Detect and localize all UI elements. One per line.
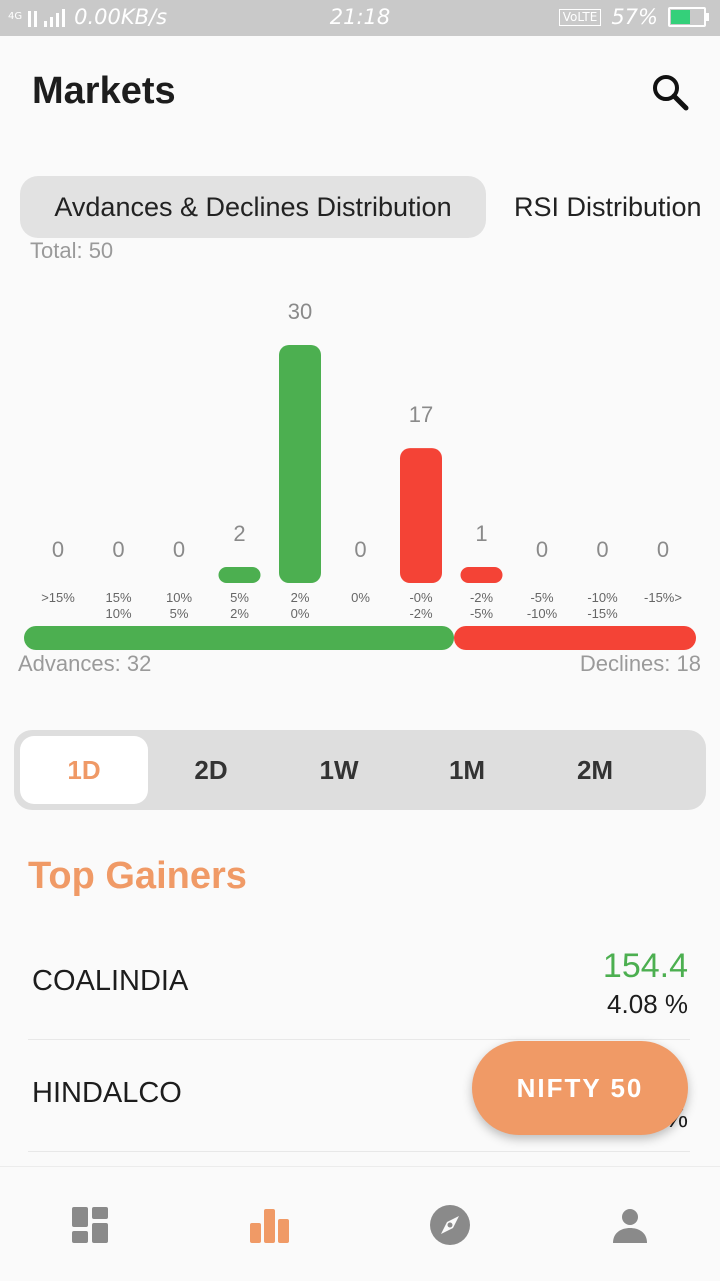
period-1d[interactable]: 1D	[20, 736, 148, 804]
bar-7	[460, 567, 503, 583]
category-label: -2%	[470, 590, 494, 605]
bar-value-label: 0	[112, 537, 124, 562]
bar-value-label: 0	[52, 537, 64, 562]
bar-6	[400, 448, 442, 583]
nav-explore[interactable]	[422, 1197, 478, 1253]
category-label: 15%	[105, 590, 131, 605]
bar-value-label: 0	[173, 537, 185, 562]
advances-bar	[24, 626, 454, 650]
category-label: >15%	[41, 590, 75, 605]
advances-count: Advances: 32	[18, 651, 152, 676]
stock-symbol: COALINDIA	[32, 965, 189, 997]
category-label: 5%	[230, 590, 249, 605]
bar-4	[279, 345, 321, 583]
category-label: 2%	[291, 590, 310, 605]
bar-value-label: 0	[354, 537, 366, 562]
category-label: -15%>	[644, 590, 682, 605]
bar-3	[218, 567, 261, 583]
stock-price: 154.4	[602, 947, 688, 985]
total-count: Total: 50	[30, 238, 114, 263]
category-label: -0%	[409, 590, 433, 605]
index-selector-button[interactable]: NIFTY 50	[472, 1041, 688, 1135]
volte-badge: VoLTE	[558, 8, 602, 26]
category-label: -2%	[409, 606, 433, 620]
nav-markets[interactable]	[242, 1197, 298, 1253]
stock-change: 4.08 %	[607, 989, 688, 1019]
bar-value-label: 17	[409, 402, 433, 427]
dashboard-icon	[72, 1207, 108, 1243]
declines-bar	[454, 626, 696, 650]
declines-count: Declines: 18	[579, 651, 701, 676]
battery-icon	[668, 7, 709, 27]
category-label: -10%	[587, 590, 618, 605]
status-bar: 4G 0.00KB/s 21:18 VoLTE 57%	[0, 0, 720, 36]
breadth-bar	[24, 626, 696, 650]
search-icon[interactable]	[650, 72, 690, 112]
category-label: -5%	[470, 606, 494, 620]
list-item[interactable]: COALINDIA 154.4 4.08 %	[28, 927, 690, 1040]
distribution-chart: 0 0 023001710 0 0 >15% 15%10%10%5%5%2%2%0%0% -…	[41, 299, 682, 620]
battery-percent: 57%	[611, 5, 658, 29]
period-selector: 1D 2D 1W 1M 2M	[14, 730, 706, 810]
page-title: Markets	[32, 70, 176, 112]
category-label: -5%	[530, 590, 554, 605]
bar-value-label: 30	[288, 299, 312, 324]
compass-icon	[430, 1205, 470, 1245]
category-label: 0%	[351, 590, 370, 605]
bar-value-label: 2	[233, 521, 245, 546]
bottom-nav	[0, 1166, 720, 1281]
nav-dashboard[interactable]	[62, 1197, 118, 1253]
category-label: -10%	[527, 606, 558, 620]
bar-value-label: 0	[536, 537, 548, 562]
category-label: 0%	[291, 606, 310, 620]
bar-value-label: 0	[596, 537, 608, 562]
period-1w[interactable]: 1W	[275, 736, 403, 804]
category-label: 5%	[170, 606, 189, 620]
bar-value-label: 1	[475, 521, 487, 546]
category-label: -15%	[587, 606, 618, 620]
bar-chart-icon	[250, 1209, 289, 1243]
person-icon	[613, 1209, 647, 1243]
nav-profile[interactable]	[602, 1197, 658, 1253]
category-label: 10%	[105, 606, 131, 620]
bar-value-label: 0	[657, 537, 669, 562]
period-1m[interactable]: 1M	[403, 736, 531, 804]
stock-symbol: HINDALCO	[32, 1077, 182, 1109]
category-label: 2%	[230, 606, 249, 620]
tab-advances-declines[interactable]: Avdances & Declines Distribution	[20, 176, 486, 238]
tab-rsi-distribution[interactable]: RSI Distribution	[514, 176, 702, 238]
section-title: Top Gainers	[28, 855, 247, 897]
period-2m[interactable]: 2M	[531, 736, 659, 804]
period-2d[interactable]: 2D	[147, 736, 275, 804]
category-label: 10%	[166, 590, 192, 605]
